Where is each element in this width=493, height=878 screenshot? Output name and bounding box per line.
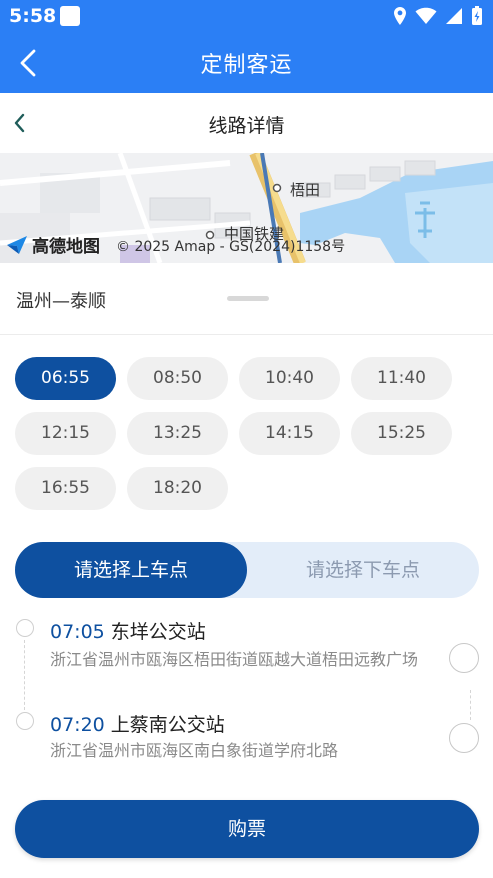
wifi-icon	[415, 7, 437, 25]
app-bar: 定制客运	[0, 33, 493, 93]
drag-handle[interactable]	[227, 296, 269, 301]
time-chip[interactable]: 12:15	[15, 412, 116, 455]
page-header: 线路详情	[0, 93, 493, 153]
stop-address: 浙江省温州市瓯海区南白象街道学府北路	[50, 741, 339, 760]
buy-ticket-button[interactable]: 购票	[15, 800, 479, 858]
route-row: 温州—泰顺	[0, 263, 493, 335]
amap-logo: 高德地图	[6, 232, 100, 257]
stop-time: 07:05	[50, 621, 105, 643]
location-icon	[394, 7, 406, 25]
stop-name: 东垟公交站	[110, 621, 206, 643]
stop-address: 浙江省温州市瓯海区梧田街道瓯越大道梧田远教广场	[50, 650, 419, 669]
map-label: 梧田	[290, 181, 321, 199]
time-chip[interactable]: 14:15	[239, 412, 340, 455]
timeline-dot	[16, 712, 34, 730]
signal-icon	[446, 8, 462, 24]
status-time: 5:58	[9, 5, 57, 27]
timeline-connector	[470, 690, 471, 720]
timeline-connector	[24, 640, 25, 710]
stop-radio[interactable]	[449, 643, 479, 673]
page-title: 线路详情	[208, 115, 285, 137]
time-chip[interactable]: 18:20	[127, 467, 228, 510]
time-chip[interactable]: 11:40	[351, 357, 452, 400]
stop-type-tabs: 请选择上车点 请选择下车点	[15, 542, 479, 598]
stop-name: 上蔡南公交站	[110, 714, 225, 736]
time-chip[interactable]: 08:50	[127, 357, 228, 400]
time-chip[interactable]: 15:25	[351, 412, 452, 455]
stop-title: 07:20 上蔡南公交站	[50, 710, 225, 737]
status-icons	[393, 6, 483, 26]
app-bar-title: 定制客运	[200, 53, 293, 78]
tab-alighting[interactable]: 请选择下车点	[247, 542, 479, 598]
time-chip[interactable]: 13:25	[127, 412, 228, 455]
status-bar: 5:58	[0, 0, 493, 33]
battery-icon	[472, 6, 482, 25]
stop-radio[interactable]	[449, 723, 479, 753]
time-chip[interactable]: 10:40	[239, 357, 340, 400]
amap-logo-text: 高德地图	[32, 237, 100, 257]
amap-logo-icon	[7, 235, 27, 254]
time-chip[interactable]: 16:55	[15, 467, 116, 510]
stop-time: 07:20	[50, 714, 105, 736]
tab-boarding[interactable]: 请选择上车点	[15, 542, 247, 598]
notification-icon	[60, 6, 80, 26]
timeline-dot	[16, 619, 34, 637]
map-attribution: © 2025 Amap - GS(2024)1158号	[116, 239, 346, 255]
time-chip[interactable]: 06:55	[15, 357, 116, 400]
stop-title: 07:05 东垟公交站	[50, 617, 206, 644]
route-map[interactable]: 梧田 中国铁建 高德地图 © 2025 Amap - GS(2024)1158号	[0, 153, 493, 263]
route-name: 温州—泰顺	[16, 291, 106, 312]
